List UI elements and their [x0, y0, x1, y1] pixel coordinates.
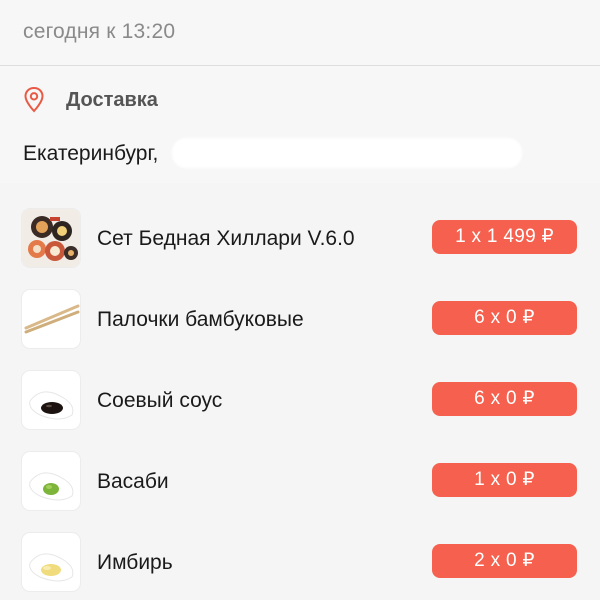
- delivery-time-section: сегодня к 13:20: [0, 0, 600, 66]
- address-redaction: [172, 138, 522, 168]
- item-name: Палочки бамбуковые: [97, 308, 304, 331]
- order-items-list: Сет Бедная Хиллари V.6.0 1 x 1 499 ₽ Пал…: [0, 183, 600, 600]
- delivery-address: Екатеринбург,: [23, 142, 159, 165]
- quantity-badge: 1 x 1 499 ₽: [432, 220, 577, 254]
- quantity-badge: 6 x 0 ₽: [432, 382, 577, 416]
- sushi-set-icon: [22, 209, 80, 267]
- item-name: Имбирь: [97, 551, 173, 574]
- delivery-title: Доставка: [66, 89, 158, 111]
- list-item[interactable]: Сет Бедная Хиллари V.6.0 1 x 1 499 ₽: [0, 183, 600, 267]
- list-item[interactable]: Соевый соус 6 x 0 ₽: [0, 345, 600, 429]
- item-name: Соевый соус: [97, 389, 223, 412]
- quantity-badge: 6 x 0 ₽: [432, 301, 577, 335]
- list-item[interactable]: Палочки бамбуковые 6 x 0 ₽: [0, 264, 600, 348]
- quantity-badge: 1 x 0 ₽: [432, 463, 577, 497]
- delivery-time: сегодня к 13:20: [23, 20, 176, 43]
- list-item[interactable]: Васаби 1 x 0 ₽: [0, 426, 600, 510]
- wasabi-icon: [22, 452, 80, 510]
- quantity-badge: 2 x 0 ₽: [432, 544, 577, 578]
- item-name: Сет Бедная Хиллари V.6.0: [97, 227, 355, 250]
- location-pin-icon: [24, 86, 44, 113]
- ginger-icon: [22, 533, 80, 591]
- soy-sauce-icon: [22, 371, 80, 429]
- item-name: Васаби: [97, 470, 169, 493]
- list-item[interactable]: Имбирь 2 x 0 ₽: [0, 507, 600, 591]
- order-details-screen: сегодня к 13:20 Доставка Екатеринбург, С…: [0, 0, 600, 600]
- chopsticks-icon: [22, 290, 80, 348]
